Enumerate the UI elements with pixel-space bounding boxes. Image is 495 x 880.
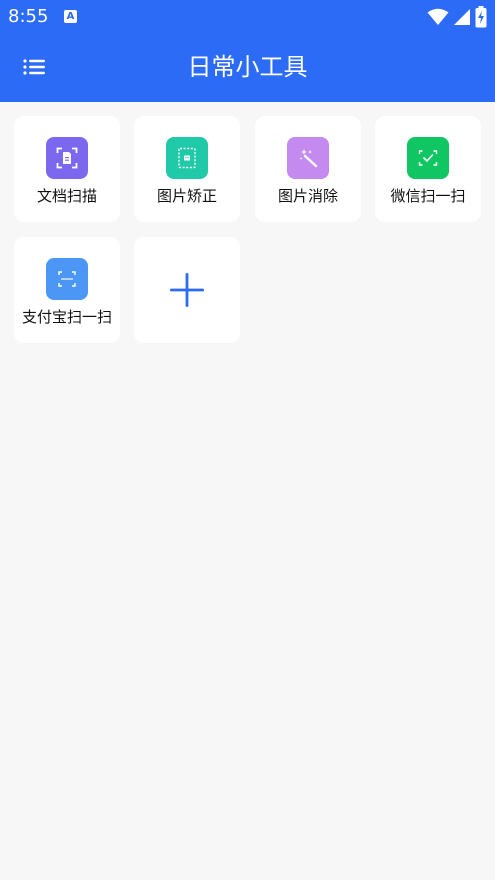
tool-card-wechat-scan[interactable]: 微信扫一扫 <box>375 116 481 222</box>
tool-label: 微信扫一扫 <box>390 187 466 205</box>
wechat-scan-icon <box>418 150 438 166</box>
status-bar: 8:55 A <box>0 0 495 34</box>
wifi-icon <box>427 8 449 25</box>
magic-wand-icon <box>299 149 318 168</box>
tool-label: 图片消除 <box>277 187 338 205</box>
plus-icon <box>170 273 204 307</box>
alipay-scan-tile <box>46 258 88 300</box>
cell-signal-icon <box>454 9 470 25</box>
battery-charging-icon <box>475 6 487 28</box>
image-correct-icon <box>178 147 196 169</box>
tool-card-image-correct[interactable]: 图片矫正 <box>134 116 240 222</box>
status-time: 8:55 <box>8 6 49 27</box>
tool-label: 图片矫正 <box>156 187 217 205</box>
document-scan-icon <box>56 147 78 169</box>
image-erase-tile <box>287 137 329 179</box>
a-notification-icon: A <box>64 10 77 23</box>
header: 8:55 A 日常小工具 <box>0 0 495 102</box>
document-scan-tile <box>46 137 88 179</box>
tool-label: 支付宝扫一扫 <box>21 308 112 326</box>
page-title: 日常小工具 <box>187 53 308 81</box>
image-correct-tile <box>166 137 208 179</box>
alipay-scan-icon <box>58 271 76 287</box>
app-bar: 日常小工具 <box>0 34 495 102</box>
add-tool-button[interactable] <box>134 237 240 343</box>
wechat-scan-tile <box>407 137 449 179</box>
tool-card-image-erase[interactable]: 图片消除 <box>255 116 361 222</box>
tool-card-alipay-scan[interactable]: 支付宝扫一扫 <box>14 237 120 343</box>
status-icons <box>427 6 487 28</box>
tool-card-document-scan[interactable]: 文档扫描 <box>14 116 120 222</box>
tool-label: 文档扫描 <box>36 187 97 205</box>
